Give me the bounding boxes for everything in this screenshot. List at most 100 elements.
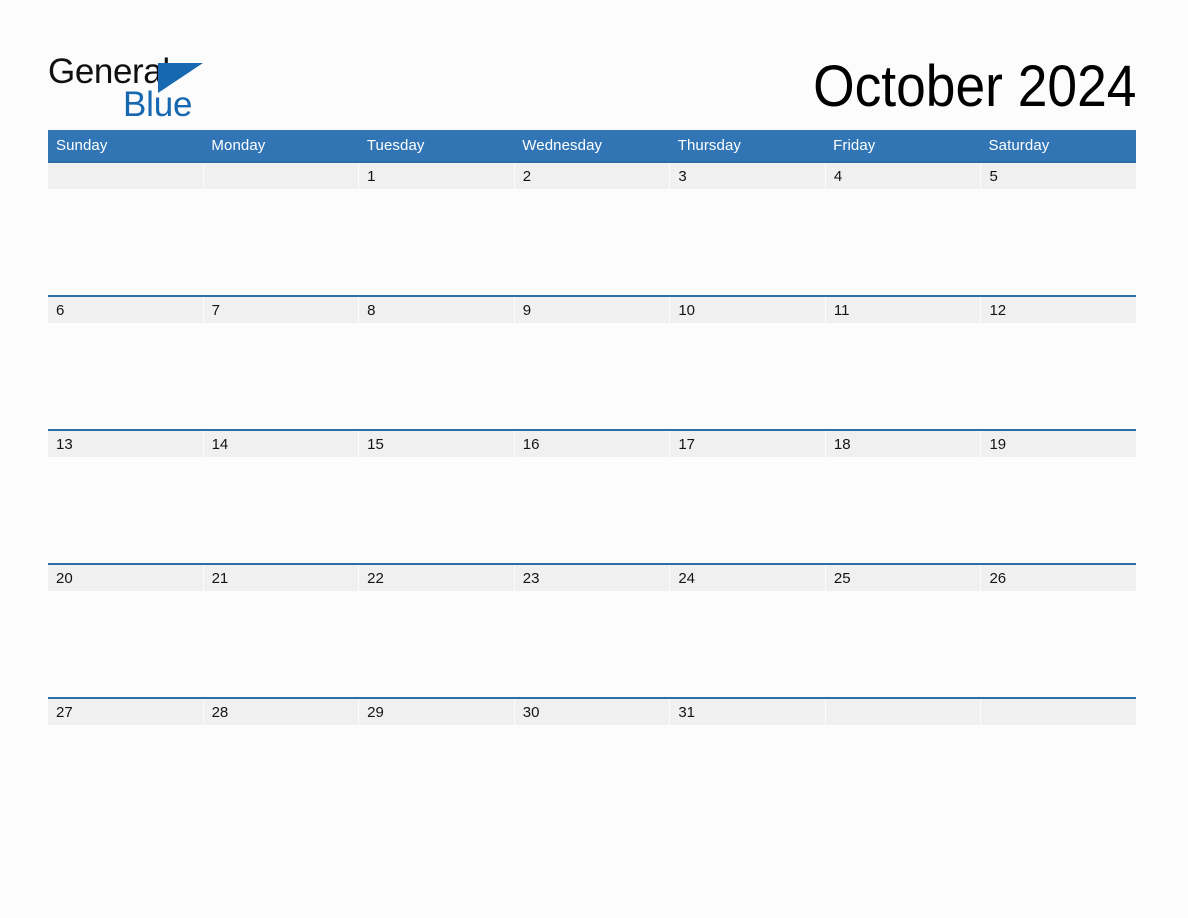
weekday-header-sunday: Sunday — [56, 137, 108, 154]
day-cell-body[interactable] — [48, 457, 203, 563]
day-number[interactable]: 27 — [48, 699, 203, 725]
day-cell-body[interactable] — [514, 591, 669, 697]
calendar-grid: Sunday Monday Tuesday Wednesday Thursday… — [48, 130, 1137, 831]
day-cell-body[interactable] — [981, 323, 1136, 429]
day-cell-body[interactable] — [670, 457, 825, 563]
day-cell-body[interactable] — [203, 457, 358, 563]
day-cell-body[interactable] — [203, 725, 358, 831]
day-cell-body[interactable] — [670, 591, 825, 697]
day-cell-body[interactable] — [670, 189, 825, 295]
day-number[interactable]: 13 — [48, 431, 203, 457]
week-body-strip — [48, 189, 1136, 295]
day-cell-body[interactable] — [514, 725, 669, 831]
day-number[interactable]: 20 — [48, 565, 203, 591]
day-number[interactable]: 11 — [825, 297, 981, 323]
day-number[interactable]: 21 — [203, 565, 359, 591]
day-cell-body[interactable] — [48, 591, 203, 697]
calendar-page: General Blue October 2024 Sunday Monday … — [0, 0, 1188, 918]
day-cell-body[interactable] — [359, 323, 514, 429]
week-date-strip: 13 14 15 16 17 18 19 — [48, 431, 1137, 457]
week-body-strip — [48, 457, 1136, 563]
day-number[interactable]: 25 — [825, 565, 981, 591]
day-number[interactable]: 2 — [514, 163, 670, 189]
day-number[interactable]: 31 — [670, 699, 825, 725]
day-number[interactable]: 24 — [670, 565, 825, 591]
logo-text-general: General — [48, 52, 170, 91]
day-cell-body[interactable] — [514, 189, 669, 295]
day-cell-body[interactable] — [203, 323, 358, 429]
weekday-header-saturday: Saturday — [988, 137, 1050, 154]
page-title: October 2024 — [812, 54, 1136, 119]
day-number[interactable] — [48, 163, 203, 189]
day-number[interactable] — [203, 163, 359, 189]
day-cell-body[interactable] — [48, 725, 203, 831]
day-cell-body[interactable] — [359, 457, 514, 563]
day-number[interactable]: 29 — [359, 699, 514, 725]
day-cell-body[interactable] — [203, 189, 358, 295]
page-header: General Blue October 2024 — [48, 48, 1136, 124]
day-number[interactable]: 19 — [981, 431, 1137, 457]
day-number[interactable]: 9 — [514, 297, 670, 323]
day-cell-body[interactable] — [359, 591, 514, 697]
day-cell-body[interactable] — [825, 457, 980, 563]
day-cell-body[interactable] — [981, 457, 1136, 563]
day-cell-body[interactable] — [670, 725, 825, 831]
day-number[interactable]: 18 — [825, 431, 981, 457]
weekday-header-wednesday: Wednesday — [522, 137, 603, 154]
weekday-header-row: Sunday Monday Tuesday Wednesday Thursday… — [48, 130, 1136, 161]
day-number[interactable]: 4 — [825, 163, 981, 189]
day-cell-body[interactable] — [981, 189, 1136, 295]
weekday-header-tuesday: Tuesday — [366, 137, 425, 154]
day-number[interactable]: 6 — [48, 297, 203, 323]
day-cell-body[interactable] — [825, 591, 980, 697]
day-number[interactable]: 12 — [981, 297, 1137, 323]
day-cell-body[interactable] — [825, 725, 980, 831]
week-body-strip — [48, 725, 1136, 831]
calendar-week-row: 1 2 3 4 5 — [48, 161, 1137, 295]
day-cell-body[interactable] — [825, 189, 980, 295]
week-date-strip: 27 28 29 30 31 — [48, 699, 1137, 725]
week-body-strip — [48, 323, 1136, 429]
day-number[interactable]: 5 — [981, 163, 1137, 189]
week-date-strip: 1 2 3 4 5 — [48, 163, 1137, 189]
day-number[interactable]: 23 — [514, 565, 670, 591]
day-number[interactable]: 17 — [670, 431, 825, 457]
calendar-week-row: 13 14 15 16 17 18 19 — [48, 429, 1137, 563]
day-cell-body[interactable] — [48, 323, 203, 429]
day-cell-body[interactable] — [825, 323, 980, 429]
day-cell-body[interactable] — [981, 591, 1136, 697]
day-cell-body[interactable] — [514, 457, 669, 563]
calendar-week-row: 27 28 29 30 31 — [48, 697, 1137, 831]
day-number[interactable] — [981, 699, 1137, 725]
weekday-header-monday: Monday — [211, 137, 266, 154]
day-cell-body[interactable] — [981, 725, 1136, 831]
logo-text-blue: Blue — [123, 85, 193, 124]
calendar-week-row: 20 21 22 23 24 25 26 — [48, 563, 1137, 697]
day-number[interactable]: 22 — [359, 565, 514, 591]
week-date-strip: 20 21 22 23 24 25 26 — [48, 565, 1137, 591]
day-cell-body[interactable] — [48, 189, 203, 295]
day-number[interactable]: 7 — [203, 297, 359, 323]
day-number[interactable]: 3 — [670, 163, 825, 189]
day-number[interactable]: 8 — [359, 297, 514, 323]
calendar-week-row: 6 7 8 9 10 11 12 — [48, 295, 1137, 429]
day-number[interactable]: 14 — [203, 431, 359, 457]
day-cell-body[interactable] — [514, 323, 669, 429]
day-number[interactable]: 15 — [359, 431, 514, 457]
week-date-strip: 6 7 8 9 10 11 12 — [48, 297, 1137, 323]
weekday-header-friday: Friday — [833, 137, 876, 154]
weekday-header-thursday: Thursday — [677, 137, 742, 154]
day-number[interactable]: 10 — [670, 297, 825, 323]
day-cell-body[interactable] — [359, 725, 514, 831]
day-number[interactable]: 28 — [203, 699, 359, 725]
week-body-strip — [48, 591, 1136, 697]
day-number[interactable]: 16 — [514, 431, 670, 457]
day-number[interactable]: 1 — [359, 163, 514, 189]
general-blue-logo: General Blue — [48, 52, 248, 124]
day-number[interactable]: 26 — [981, 565, 1137, 591]
day-number[interactable] — [825, 699, 981, 725]
day-cell-body[interactable] — [359, 189, 514, 295]
day-cell-body[interactable] — [670, 323, 825, 429]
day-cell-body[interactable] — [203, 591, 358, 697]
day-number[interactable]: 30 — [514, 699, 670, 725]
